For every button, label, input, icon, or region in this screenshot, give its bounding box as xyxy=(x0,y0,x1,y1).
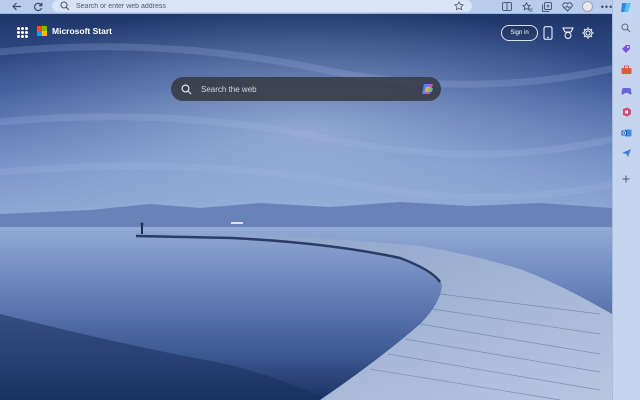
avatar xyxy=(581,1,593,12)
search-icon xyxy=(60,1,70,11)
apps-launcher-button[interactable] xyxy=(17,27,28,38)
favorites-button[interactable] xyxy=(520,1,534,13)
address-input[interactable] xyxy=(76,2,436,10)
split-screen-icon xyxy=(502,2,512,11)
phone-icon[interactable] xyxy=(543,26,553,40)
search-icon xyxy=(181,83,192,94)
gear-icon[interactable] xyxy=(581,26,595,40)
favorites-icon xyxy=(521,1,532,11)
search-icon xyxy=(621,23,631,33)
sidebar-search-button[interactable] xyxy=(619,21,633,35)
profile-button[interactable] xyxy=(580,1,594,13)
plus-icon xyxy=(622,175,630,183)
collections-button[interactable] xyxy=(540,1,554,13)
back-button[interactable] xyxy=(6,0,28,13)
sign-in-button[interactable]: Sign in xyxy=(501,25,538,41)
address-bar[interactable] xyxy=(52,0,472,12)
heart-rate-icon xyxy=(561,1,573,12)
sidebar-shopping-button[interactable] xyxy=(619,42,633,56)
sidebar-drop-button[interactable] xyxy=(619,146,633,160)
shopping-tag-icon xyxy=(622,45,630,53)
brand-name: Microsoft Start xyxy=(52,26,112,36)
split-screen-button[interactable] xyxy=(500,1,514,13)
sidebar-copilot-button[interactable] xyxy=(619,0,633,14)
background-photo xyxy=(0,14,612,400)
browser-window: ••• xyxy=(0,0,640,400)
new-tab-page: Microsoft Start Sign in xyxy=(0,14,612,400)
edge-sidebar xyxy=(612,0,640,400)
browser-toolbar: ••• xyxy=(0,0,640,13)
web-search-input[interactable] xyxy=(201,84,401,94)
sidebar-tools-button[interactable] xyxy=(619,63,633,77)
copilot-icon xyxy=(620,2,631,12)
brand[interactable]: Microsoft Start xyxy=(37,26,112,36)
microsoft-logo-icon xyxy=(37,26,47,36)
collections-icon xyxy=(542,1,552,12)
m365-icon xyxy=(622,107,631,117)
game-controller-icon xyxy=(621,88,631,95)
sidebar-m365-button[interactable] xyxy=(619,105,633,119)
rewards-icon[interactable] xyxy=(561,26,575,40)
toolbox-icon xyxy=(621,65,631,74)
sidebar-add-button[interactable] xyxy=(619,172,633,186)
sidebar-outlook-button[interactable] xyxy=(619,126,633,140)
outlook-icon xyxy=(621,129,631,137)
toolbar-actions: ••• xyxy=(500,0,614,13)
sidebar-games-button[interactable] xyxy=(619,84,633,98)
refresh-button[interactable] xyxy=(27,0,49,13)
web-search-box[interactable] xyxy=(171,77,441,101)
favorite-star-icon[interactable] xyxy=(454,1,464,11)
extensions-button[interactable] xyxy=(560,1,574,13)
arrow-left-icon xyxy=(12,2,21,11)
refresh-icon xyxy=(33,2,43,11)
copilot-icon[interactable] xyxy=(420,81,436,97)
send-icon xyxy=(621,149,631,157)
